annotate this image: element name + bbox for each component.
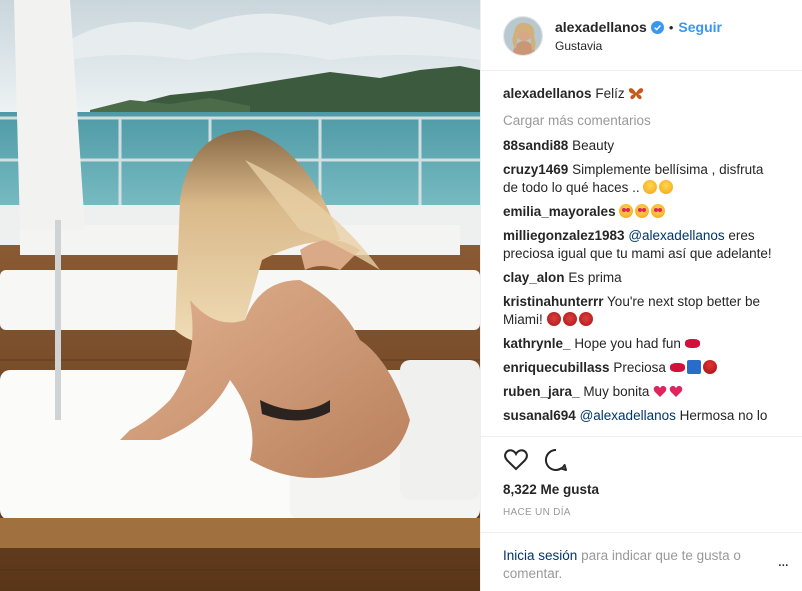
wink-kiss-emoji-icon xyxy=(643,180,658,195)
comment-username[interactable]: clay_alon xyxy=(503,270,565,285)
comment-username[interactable]: cruzy1469 xyxy=(503,162,568,177)
like-count[interactable]: 8,322 Me gusta xyxy=(481,476,802,497)
devil-emoji-icon xyxy=(562,312,577,327)
comment-item: kristinahunterrr You're next stop better… xyxy=(503,293,782,329)
lips-emoji-icon xyxy=(684,339,700,349)
instagram-post: alexadellanos • Seguir Gustavia alexadel… xyxy=(0,0,802,591)
comment-item: emilia_mayorales xyxy=(503,203,782,221)
comment-item: milliegonzalez1983 @alexadellanos eres p… xyxy=(503,227,782,263)
devil-emoji-icon xyxy=(578,312,593,327)
devil-emoji-icon xyxy=(546,312,561,327)
comment-username[interactable]: 88sandi88 xyxy=(503,138,568,153)
comments-list[interactable]: alexadellanos Felíz Cargar más comentari… xyxy=(481,71,802,436)
post-side-panel: alexadellanos • Seguir Gustavia alexadel… xyxy=(480,0,802,591)
comment-text: Beauty xyxy=(572,138,615,154)
comment-text: Preciosa xyxy=(613,360,666,376)
follow-button[interactable]: Seguir xyxy=(678,19,722,35)
post-photo[interactable] xyxy=(0,0,480,591)
load-more-comments[interactable]: Cargar más comentarios xyxy=(503,113,782,128)
rose-emoji-icon xyxy=(702,360,717,375)
comment-item: 88sandi88 Beauty xyxy=(503,137,782,155)
login-link[interactable]: Inicia sesión xyxy=(503,548,577,563)
comment-username[interactable]: emilia_mayorales xyxy=(503,204,616,219)
comment-mention[interactable]: @alexadellanos xyxy=(628,228,724,243)
header-username[interactable]: alexadellanos xyxy=(555,19,647,35)
comment-username[interactable]: ruben_jara_ xyxy=(503,384,580,399)
photo-illustration xyxy=(0,0,480,591)
comment-text: Muy bonita xyxy=(583,384,650,400)
comment-username[interactable]: enriquecubillass xyxy=(503,360,610,375)
caption: alexadellanos Felíz xyxy=(503,85,782,103)
heart-eyes-emoji-icon xyxy=(619,204,634,219)
caption-username[interactable]: alexadellanos xyxy=(503,86,592,101)
comment-text: Hermosa no lo xyxy=(679,408,768,424)
heart-eyes-emoji-icon xyxy=(651,204,666,219)
comment-username[interactable]: kristinahunterrr xyxy=(503,294,604,309)
location-link[interactable]: Gustavia xyxy=(555,39,722,53)
new-emoji-icon xyxy=(686,360,701,375)
separator-dot: • xyxy=(668,19,674,35)
post-timestamp: Hace un día xyxy=(503,506,571,518)
more-options-icon[interactable]: ... xyxy=(778,553,789,571)
heart-outline-icon[interactable] xyxy=(503,447,529,473)
post-header: alexadellanos • Seguir Gustavia xyxy=(481,0,802,72)
comment-item: clay_alon Es prima xyxy=(503,269,782,287)
comment-item: ruben_jara_ Muy bonita xyxy=(503,383,782,401)
heart-emoji-icon xyxy=(653,386,667,398)
login-prompt: Inicia sesión para indicar que te gusta … xyxy=(481,531,802,591)
avatar[interactable] xyxy=(503,16,543,56)
comment-text: Hope you had fun xyxy=(574,336,681,352)
heart-eyes-emoji-icon xyxy=(635,204,650,219)
heart-emoji-icon xyxy=(669,386,683,398)
avatar-image xyxy=(504,17,542,55)
comment-username[interactable]: susanal694 xyxy=(503,408,576,423)
comment-username[interactable]: milliegonzalez1983 xyxy=(503,228,625,243)
comment-username[interactable]: kathrynle_ xyxy=(503,336,571,351)
comment-text: Es prima xyxy=(568,270,622,286)
caption-text: Felíz xyxy=(595,86,625,102)
comment-item: enriquecubillass Preciosa xyxy=(503,359,782,377)
comment-mention[interactable]: @alexadellanos xyxy=(580,408,676,423)
butterfly-icon xyxy=(629,88,644,100)
kiss-emoji-icon xyxy=(659,180,674,195)
comment-item: cruzy1469 Simplemente bellísima , disfru… xyxy=(503,161,782,197)
post-actions xyxy=(481,436,802,476)
comment-item: kathrynle_ Hope you had fun xyxy=(503,335,782,353)
lips-emoji-icon xyxy=(669,363,685,373)
comment-item: susanal694 @alexadellanos Hermosa no lo xyxy=(503,407,782,425)
verified-badge-icon xyxy=(650,20,664,34)
comment-bubble-icon[interactable] xyxy=(543,447,569,473)
